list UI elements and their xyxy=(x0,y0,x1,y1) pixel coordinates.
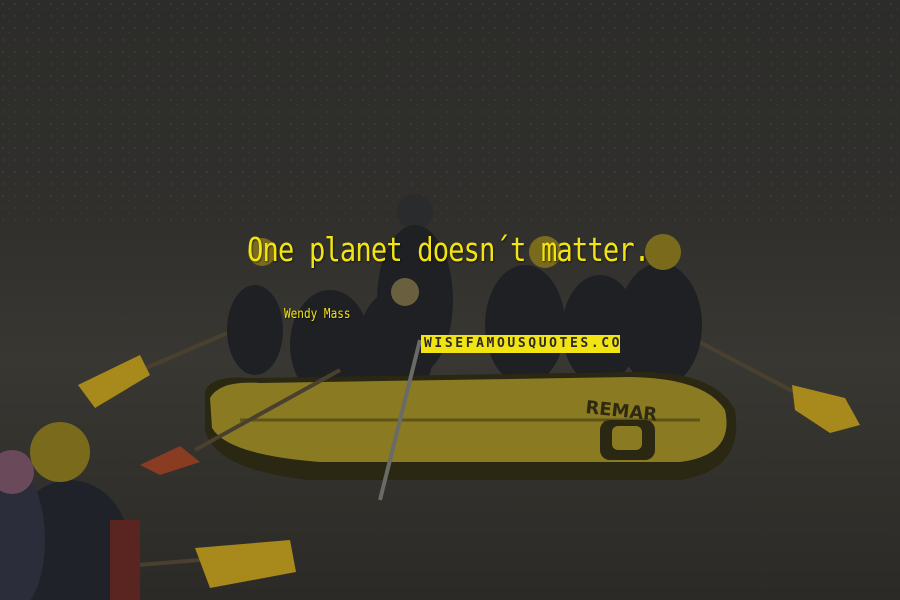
quote-text: One planet doesn´t matter. xyxy=(247,230,650,269)
watermark-badge: WISEFAMOUSQUOTES.COM xyxy=(421,335,620,353)
waterfall-spray xyxy=(0,0,900,230)
quote-image: REMAR One planet doesn´t matter. Wendy M… xyxy=(0,0,900,600)
rafting-photo-background: REMAR xyxy=(0,0,900,600)
quote-author: Wendy Mass xyxy=(284,307,351,322)
raft: REMAR xyxy=(205,372,737,480)
